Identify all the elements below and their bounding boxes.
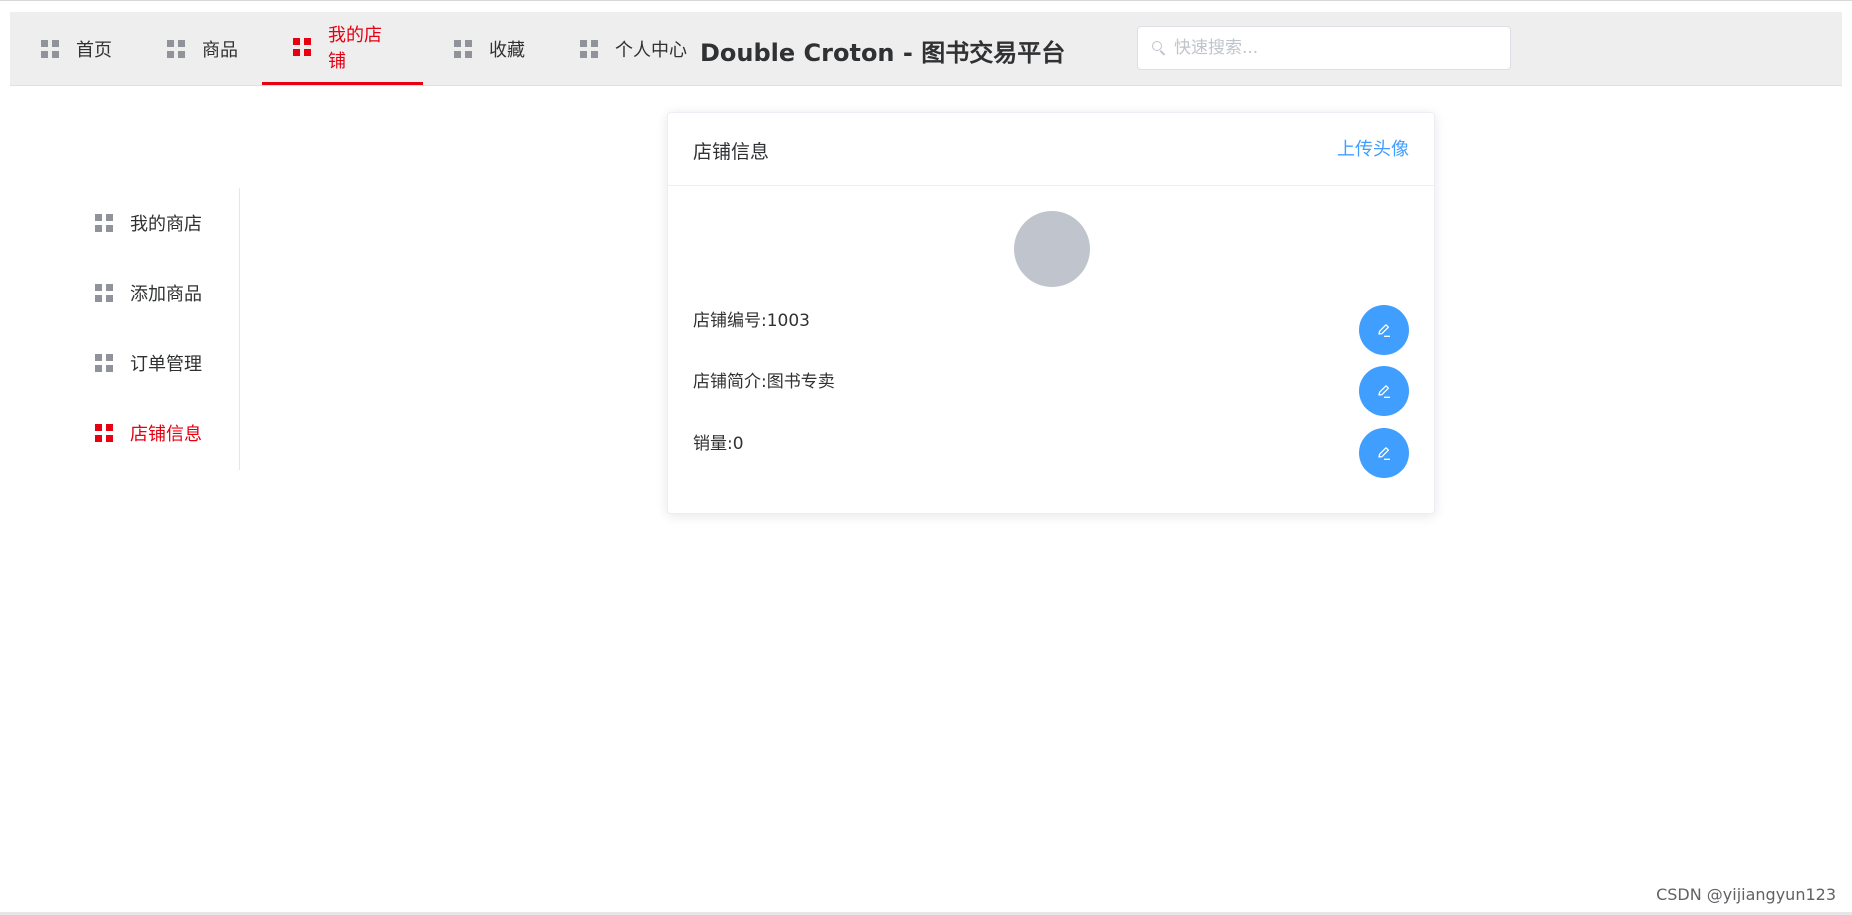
- side-item-my-store[interactable]: 我的商店: [70, 188, 239, 258]
- edit-shop-intro-button[interactable]: [1359, 366, 1409, 416]
- grid-icon: [95, 214, 113, 232]
- side-item-label: 店铺信息: [130, 424, 202, 445]
- nav-item-label: 个人中心: [615, 39, 687, 61]
- side-item-label: 添加商品: [130, 284, 202, 305]
- side-item-label: 订单管理: [130, 354, 202, 375]
- grid-icon: [95, 354, 113, 372]
- search-box[interactable]: [1137, 26, 1511, 70]
- grid-icon: [454, 39, 472, 58]
- edit-shop-id-button[interactable]: [1359, 305, 1409, 355]
- grid-icon: [580, 39, 598, 58]
- nav-item-home[interactable]: 首页: [10, 12, 136, 85]
- nav-item-label: 我的店铺: [328, 25, 382, 72]
- side-item-order-management[interactable]: 订单管理: [70, 328, 239, 398]
- card-title: 店铺信息: [693, 141, 770, 163]
- shop-id-text: 店铺编号:1003: [693, 311, 810, 331]
- nav-item-products[interactable]: 商品: [136, 12, 262, 85]
- top-border: [0, 0, 1852, 1]
- search-icon: [1152, 41, 1166, 56]
- edit-sales-button[interactable]: [1359, 428, 1409, 478]
- shop-intro-text: 店铺简介:图书专卖: [693, 372, 835, 392]
- sales-text: 销量:0: [693, 434, 744, 454]
- side-menu: 我的商店 添加商品 订单管理 店铺信息: [70, 188, 240, 470]
- nav-item-favorites[interactable]: 收藏: [423, 12, 549, 85]
- nav-item-label: 收藏: [489, 39, 525, 61]
- search-input[interactable]: [1172, 28, 1496, 68]
- side-item-shop-info[interactable]: 店铺信息: [70, 398, 239, 468]
- avatar: [1014, 211, 1090, 287]
- watermark: CSDN @yijiangyun123: [1656, 885, 1836, 904]
- site-title: Double Croton - 图书交易平台: [700, 39, 1066, 67]
- upload-avatar-link[interactable]: 上传头像: [1337, 135, 1409, 161]
- grid-icon: [293, 38, 311, 56]
- card-header: 店铺信息 上传头像: [668, 113, 1434, 186]
- grid-icon: [95, 424, 113, 442]
- grid-icon: [95, 284, 113, 302]
- nav-item-label: 首页: [76, 39, 112, 61]
- side-item-add-product[interactable]: 添加商品: [70, 258, 239, 328]
- side-item-label: 我的商店: [130, 214, 202, 235]
- edit-icon: [1378, 447, 1390, 460]
- grid-icon: [167, 39, 185, 58]
- nav-item-personal-center[interactable]: 个人中心: [549, 12, 711, 85]
- nav-item-label: 商品: [202, 39, 238, 61]
- grid-icon: [41, 39, 59, 58]
- shop-info-card: 店铺信息 上传头像 店铺编号:1003 店铺简介:图书专卖 销量:0: [667, 112, 1435, 514]
- edit-icon: [1378, 385, 1390, 398]
- nav-item-my-shop[interactable]: 我的店铺: [262, 12, 423, 85]
- edit-icon: [1378, 324, 1390, 337]
